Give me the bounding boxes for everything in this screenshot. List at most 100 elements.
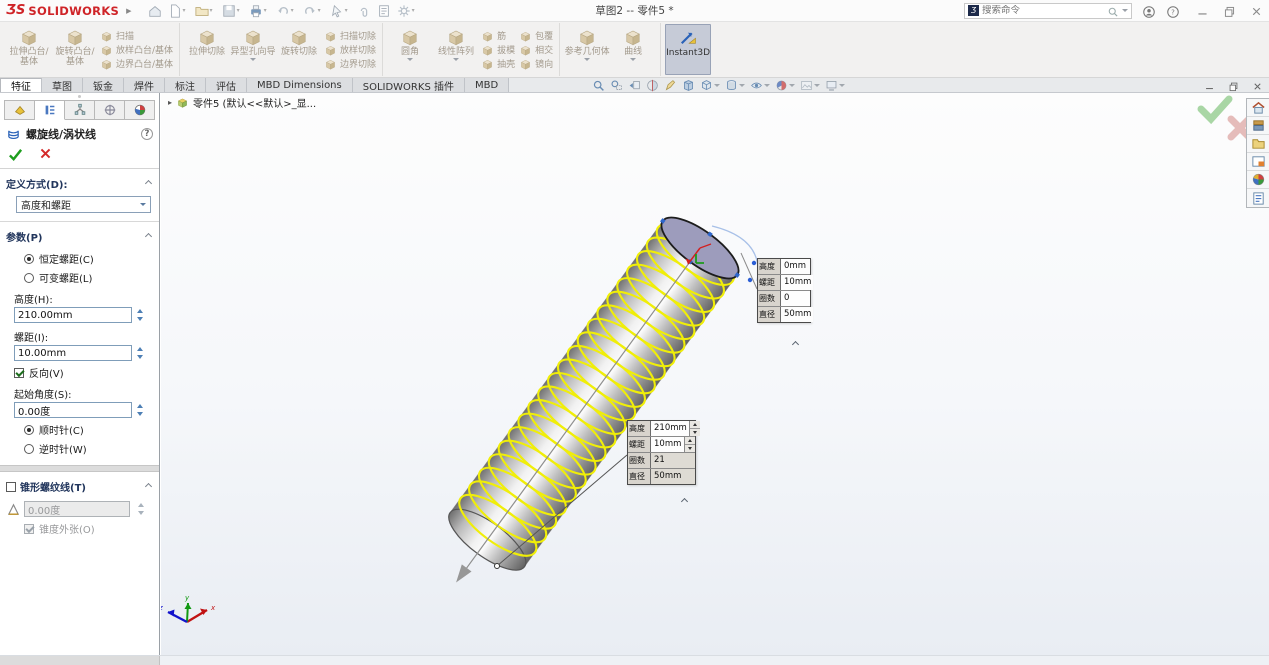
pitch-spinner[interactable] — [134, 345, 146, 361]
height-input[interactable] — [14, 307, 132, 323]
ribbon-button-筋[interactable]: 筋 — [481, 29, 515, 42]
callout-collapse-icon[interactable] — [682, 489, 687, 508]
ribbon-button-镜向[interactable]: 镜向 — [519, 57, 553, 70]
variable-pitch-radio[interactable]: 可变螺距(L) — [24, 270, 159, 285]
document-minimize-button[interactable] — [1204, 76, 1215, 95]
edit-appearance-icon[interactable] — [775, 79, 795, 92]
file-properties-icon[interactable] — [375, 3, 393, 19]
file-explorer-icon[interactable] — [1247, 135, 1269, 153]
close-button[interactable] — [1250, 1, 1263, 20]
callout-value[interactable]: 210mm — [651, 421, 689, 436]
solidworks-resources-icon[interactable] — [1247, 99, 1269, 117]
callout-value[interactable]: 0mm — [781, 259, 810, 274]
ribbon-button-边界凸台/基体[interactable]: 边界凸台/基体 — [100, 57, 173, 70]
restore-button[interactable] — [1223, 1, 1236, 20]
apply-scene-icon[interactable] — [800, 79, 820, 92]
tab-评估[interactable]: 评估 — [206, 78, 247, 92]
ribbon-button-旋转凸台/基体[interactable]: 旋转凸台/基体 — [52, 24, 98, 75]
callout-value[interactable]: 50mm — [651, 469, 695, 484]
pitch-input[interactable] — [14, 345, 132, 361]
confirm-ok-button[interactable] — [1201, 99, 1229, 119]
ribbon-button-异型孔向导[interactable]: 异型孔向导 — [230, 24, 276, 75]
ribbon-button-边界切除[interactable]: 边界切除 — [324, 57, 376, 70]
define-method-section-header[interactable]: 定义方式(D): — [0, 169, 159, 194]
ribbon-button-相交[interactable]: 相交 — [519, 43, 553, 56]
help-icon[interactable]: ? — [1166, 1, 1180, 20]
callout-collapse-icon[interactable] — [793, 332, 798, 351]
redo-icon[interactable]: ▾ — [301, 3, 326, 19]
tab-钣金[interactable]: 钣金 — [83, 78, 124, 92]
pane-tab-displaymanager[interactable] — [125, 100, 155, 120]
pane-tab-dimxpertmanager[interactable] — [95, 100, 125, 120]
document-restore-button[interactable] — [1228, 76, 1239, 95]
ribbon-button-拔模[interactable]: 拔模 — [481, 43, 515, 56]
appearances-scenes-icon[interactable] — [1247, 171, 1269, 189]
ribbon-button-包覆[interactable]: 包覆 — [519, 29, 553, 42]
ribbon-button-拉伸切除[interactable]: 拉伸切除 — [184, 24, 230, 75]
ribbon-button-圆角[interactable]: 圆角 — [387, 24, 433, 75]
ribbon-button-Instant3D[interactable]: Instant3D — [665, 24, 711, 75]
start-angle-spinner[interactable] — [134, 402, 146, 418]
pane-tab-configuration-manager[interactable] — [65, 100, 95, 120]
tab-SOLIDWORKS 插件[interactable]: SOLIDWORKS 插件 — [353, 78, 465, 92]
login-icon[interactable] — [1142, 1, 1156, 20]
new-document-icon[interactable]: ▾ — [166, 3, 191, 19]
ribbon-button-旋转切除[interactable]: 旋转切除 — [276, 24, 322, 75]
save-icon[interactable]: ▾ — [220, 3, 245, 19]
tab-标注[interactable]: 标注 — [165, 78, 206, 92]
callout-spinner[interactable] — [689, 421, 700, 436]
design-library-icon[interactable] — [1247, 117, 1269, 135]
taper-helix-section-header[interactable]: 锥形螺纹线(T) — [0, 472, 159, 497]
ribbon-button-扫描切除[interactable]: 扫描切除 — [324, 29, 376, 42]
dynamic-annotation-icon[interactable] — [664, 79, 677, 92]
tab-草图[interactable]: 草图 — [42, 78, 83, 92]
tab-MBD[interactable]: MBD — [465, 78, 509, 92]
view-palette-icon[interactable] — [1247, 153, 1269, 171]
ribbon-button-放样凸台/基体[interactable]: 放样凸台/基体 — [100, 43, 173, 56]
pane-tab-featuremanager-design-tree[interactable] — [4, 100, 35, 120]
custom-properties-icon[interactable] — [1247, 189, 1269, 207]
command-search[interactable]: Ʒ — [964, 3, 1132, 19]
ribbon-button-拉伸凸台/基体[interactable]: 拉伸凸台/基体 — [6, 24, 52, 75]
tab-焊件[interactable]: 焊件 — [124, 78, 165, 92]
open-icon[interactable]: ▾ — [193, 3, 218, 19]
search-dropdown-icon[interactable] — [1122, 9, 1128, 12]
callout-value[interactable]: 10mm — [651, 437, 684, 452]
tab-特征[interactable]: 特征 — [0, 78, 42, 92]
ribbon-button-扫描[interactable]: 扫描 — [100, 29, 173, 42]
callout-value[interactable]: 50mm — [781, 307, 813, 322]
ribbon-button-抽壳[interactable]: 抽壳 — [481, 57, 515, 70]
parameters-section-header[interactable]: 参数(P) — [0, 222, 159, 247]
ok-button[interactable] — [8, 147, 23, 162]
tab-MBD Dimensions[interactable]: MBD Dimensions — [247, 78, 353, 92]
document-close-button[interactable] — [1252, 76, 1263, 95]
display-style-icon[interactable] — [725, 79, 745, 92]
previous-view-icon[interactable] — [628, 79, 641, 92]
zoom-to-area-icon[interactable] — [610, 79, 623, 92]
minimize-button[interactable] — [1196, 1, 1209, 20]
clockwise-radio[interactable]: 顺时针(C) — [24, 422, 159, 437]
view-orientation-icon[interactable] — [700, 79, 720, 92]
define-method-select[interactable]: 高度和螺距 — [16, 196, 151, 213]
callout-value[interactable]: 21 — [651, 453, 695, 468]
constant-pitch-radio[interactable]: 恒定螺距(C) — [24, 251, 159, 266]
expand-arrow-icon[interactable]: ▸ — [168, 98, 172, 107]
section-view-icon[interactable] — [646, 79, 659, 92]
cancel-button[interactable] — [39, 147, 52, 162]
reverse-direction-checkbox[interactable]: 反向(V) — [14, 365, 159, 380]
undo-icon[interactable]: ▾ — [274, 3, 299, 19]
ribbon-button-线性阵列[interactable]: 线性阵列 — [433, 24, 479, 75]
zoom-to-fit-icon[interactable] — [592, 79, 605, 92]
feature-tree-root[interactable]: ▸ 零件5 (默认<<默认>_显... — [168, 95, 316, 110]
menu-expand-arrow[interactable]: ▶ — [126, 7, 131, 15]
print-icon[interactable]: ▾ — [247, 3, 272, 19]
ribbon-button-参考几何体[interactable]: 参考几何体 — [564, 24, 610, 75]
search-input[interactable] — [982, 5, 1104, 16]
hide-show-items-icon[interactable] — [750, 79, 770, 92]
pm-help-icon[interactable]: ? — [141, 128, 153, 140]
ribbon-button-放样切除[interactable]: 放样切除 — [324, 43, 376, 56]
search-icon[interactable] — [1107, 1, 1119, 20]
panel-splitter[interactable] — [0, 93, 159, 99]
callout-spinner[interactable] — [684, 437, 695, 452]
ribbon-button-曲线[interactable]: 曲线 — [610, 24, 656, 75]
